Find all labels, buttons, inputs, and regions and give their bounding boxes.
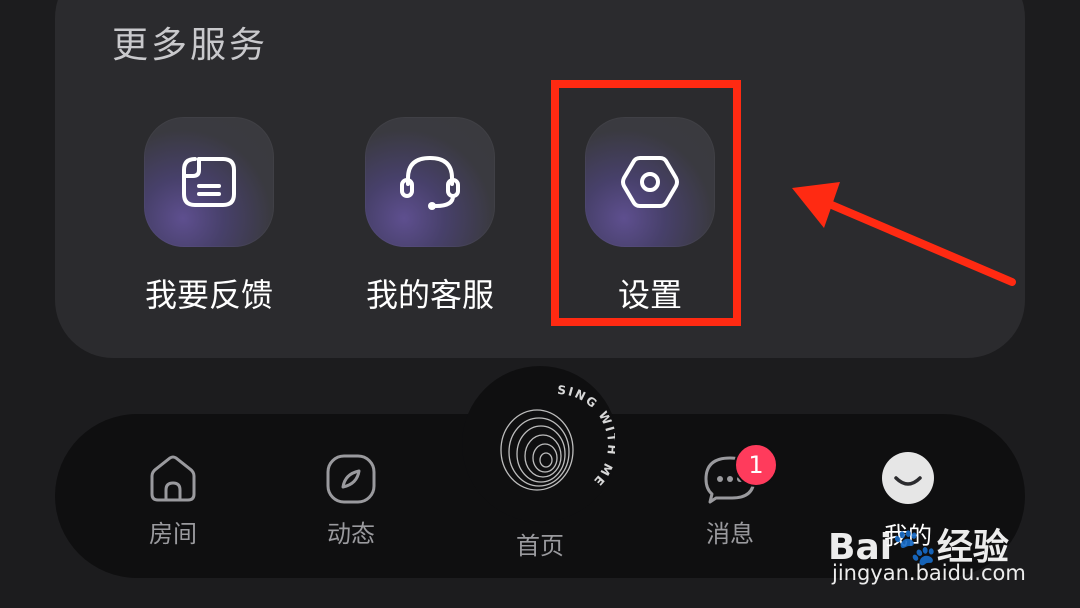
nav-label-room: 房间	[149, 520, 197, 548]
feedback-label: 我要反馈	[144, 276, 273, 314]
customer-service-button[interactable]: 我的客服	[365, 117, 495, 316]
customer-service-icon-tile[interactable]	[365, 117, 495, 247]
nav-tab-room[interactable]: 房间	[118, 452, 228, 549]
watermark-url: jingyan.baidu.com	[832, 561, 1026, 585]
nav-label-moments: 动态	[327, 520, 375, 548]
message-count-badge: 1	[734, 443, 778, 487]
house-icon	[150, 455, 196, 502]
feedback-note-icon	[182, 157, 236, 207]
avatar-icon	[882, 452, 934, 504]
nav-label-home: 首页	[516, 532, 564, 560]
nav-tab-moments[interactable]: 动态	[296, 452, 406, 549]
settings-highlight-box	[551, 80, 741, 326]
sing-with-me-disc-icon: SING WITH ME	[500, 383, 617, 491]
customer-service-label: 我的客服	[365, 276, 494, 314]
nav-label-messages: 消息	[706, 520, 754, 548]
compass-icon	[326, 454, 376, 504]
feedback-button[interactable]: 我要反馈	[144, 117, 274, 316]
feedback-icon-tile[interactable]	[144, 117, 274, 247]
nav-tab-home[interactable]: SING WITH ME 首页	[485, 380, 617, 561]
pointer-arrow-icon	[792, 182, 1016, 286]
section-title: 更多服务	[112, 25, 269, 66]
headset-icon	[400, 155, 460, 210]
